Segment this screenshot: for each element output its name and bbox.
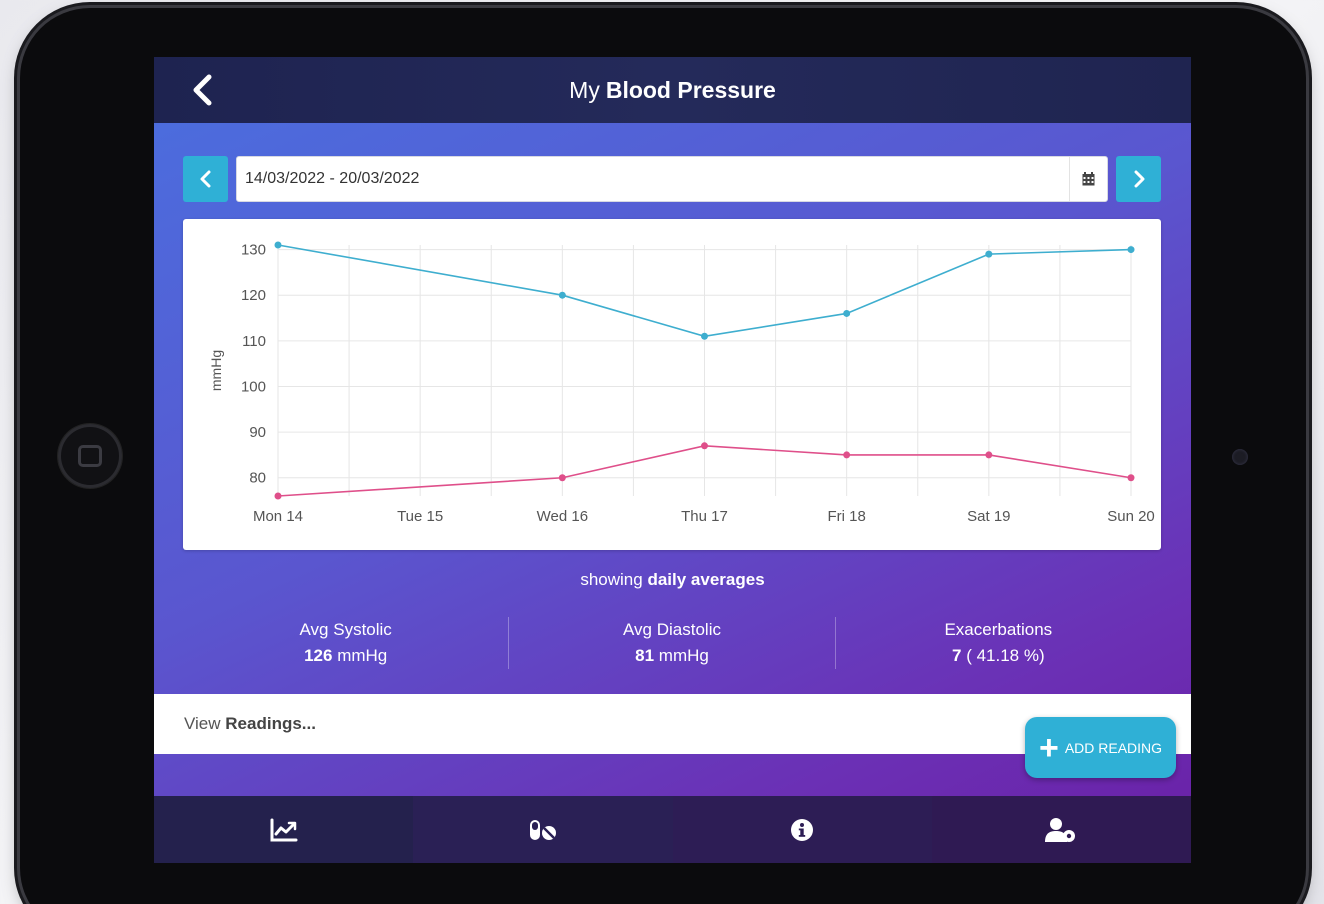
date-range-row: 14/03/2022 - 20/03/2022 [183, 156, 1161, 202]
y-tick-label: 100 [241, 378, 266, 395]
x-tick-label: Fri 18 [827, 508, 865, 525]
pills-icon [529, 819, 556, 840]
data-point [985, 250, 993, 258]
bottom-nav [154, 796, 1191, 863]
plus-icon: + [1038, 728, 1059, 767]
stat-label: Avg Systolic [299, 620, 392, 639]
chart-svg: 80 90 100 110 120 130 Mon 14 Tue 15 Wed 16 Thu 17… [208, 241, 1155, 525]
tab-info[interactable] [672, 796, 932, 863]
stat-label: Avg Diastolic [623, 620, 721, 639]
stat-avg-diastolic: Avg Diastolic 81 mmHg [508, 617, 834, 669]
data-point [1127, 246, 1135, 254]
y-tick-label: 80 [249, 470, 266, 487]
readings-prefix: View [184, 714, 221, 733]
caption-bold: daily averages [647, 570, 765, 589]
data-point [1127, 474, 1135, 482]
data-point [274, 492, 282, 500]
top-bar: My Blood Pressure [154, 57, 1191, 123]
stat-unit: mmHg [658, 646, 709, 665]
tab-medication[interactable] [413, 796, 673, 863]
stat-label: Exacerbations [944, 620, 1053, 639]
y-axis-label: mmHg [208, 350, 224, 391]
chevron-right-icon [1134, 170, 1144, 188]
next-week-button[interactable] [1116, 156, 1161, 202]
data-point [701, 442, 708, 450]
stat-exacerbations: Exacerbations 7 ( 41.18 %) [834, 617, 1161, 669]
stat-value-line: 81 mmHg [509, 643, 834, 669]
y-tick-label: 130 [241, 242, 266, 259]
date-range-value: 14/03/2022 - 20/03/2022 [245, 170, 420, 187]
readings-bold: Readings... [225, 714, 316, 733]
camera-lens [1232, 449, 1248, 465]
page-title: My Blood Pressure [569, 77, 776, 104]
data-point [843, 451, 851, 459]
page-title-prefix: My [569, 76, 600, 103]
chevron-left-icon [200, 170, 210, 188]
home-square-icon [78, 445, 102, 467]
stat-value: 7 [952, 646, 962, 665]
caption-prefix: showing [580, 570, 643, 589]
back-button[interactable] [190, 73, 214, 107]
user-settings-icon [1045, 817, 1076, 842]
x-tick-label: Tue 15 [397, 508, 443, 525]
stat-value: 126 [304, 646, 333, 665]
y-tick-label: 110 [242, 333, 266, 350]
data-point [985, 451, 993, 459]
prev-week-button[interactable] [183, 156, 228, 202]
add-reading-button[interactable]: + ADD READING [1025, 717, 1176, 778]
x-tick-label: Thu 17 [681, 508, 728, 525]
calendar-glyph [1082, 172, 1095, 186]
data-point [558, 291, 566, 299]
home-button[interactable] [58, 424, 122, 488]
x-tick-label: Wed 16 [537, 508, 588, 525]
x-tick-label: Mon 14 [253, 508, 303, 525]
y-tick-label: 120 [241, 287, 266, 304]
blood-pressure-chart: 80 90 100 110 120 130 Mon 14 Tue 15 Wed 16 Thu 17… [183, 219, 1161, 550]
stat-unit: mmHg [337, 646, 388, 665]
data-point [558, 474, 566, 482]
add-reading-label: ADD READING [1064, 739, 1163, 756]
tab-profile-settings[interactable] [931, 796, 1191, 863]
app-screen: My Blood Pressure 14/03/2022 - 20/03/2022 [154, 57, 1191, 863]
x-tick-label: Sat 19 [967, 508, 1010, 525]
calendar-icon[interactable] [1069, 157, 1107, 201]
tab-charts[interactable] [154, 796, 414, 863]
stat-avg-systolic: Avg Systolic 126 mmHg [183, 617, 508, 669]
averages-caption: showing daily averages [154, 570, 1191, 590]
stats-row: Avg Systolic 126 mmHg Avg Diastolic 81 m… [183, 617, 1161, 669]
stat-value-line: 7 ( 41.18 %) [836, 643, 1161, 669]
stat-unit: ( 41.18 %) [966, 646, 1045, 665]
chart-line-icon [270, 818, 298, 841]
stat-value: 81 [635, 646, 655, 665]
data-point [701, 332, 708, 340]
y-tick-label: 90 [249, 424, 266, 441]
chevron-left-icon [193, 74, 212, 106]
date-range-input[interactable]: 14/03/2022 - 20/03/2022 [236, 156, 1108, 202]
data-point [843, 309, 851, 317]
data-point [274, 241, 282, 249]
x-tick-label: Sun 20 [1107, 508, 1155, 525]
info-circle-icon [791, 818, 814, 841]
stat-value-line: 126 mmHg [183, 643, 508, 669]
page-title-main: Blood Pressure [605, 76, 776, 103]
